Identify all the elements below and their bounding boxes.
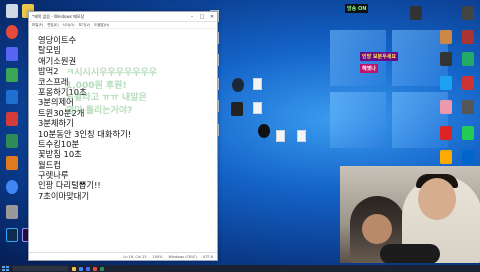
status-line-ending: Windows (CRLF) (168, 254, 197, 259)
menu-item-format[interactable]: 서식(O) (63, 23, 75, 28)
text-line: 7초이마맞대기 (38, 190, 90, 201)
desktop-icon-app[interactable] (6, 205, 18, 219)
taskbar-search[interactable] (13, 266, 68, 271)
desktop-icon-app[interactable] (6, 112, 18, 126)
taskbar-apps (72, 266, 104, 271)
desktop-icon-app[interactable] (440, 100, 452, 114)
menu-item-edit[interactable]: 편집(E) (47, 23, 58, 28)
menu-item-file[interactable]: 파일(F) (32, 23, 43, 28)
text-line: 인팡 다리털뽑기!! (38, 180, 101, 191)
desktop-icon-app[interactable] (462, 126, 474, 140)
chat-message: 렴이 틀리는거야? (66, 105, 133, 116)
desktop-icon-discord[interactable] (6, 47, 18, 61)
stream-badge: 인방 보분우세요 (360, 52, 398, 61)
stream-badge: 헤엣나 (360, 64, 378, 73)
streamer-left-face (362, 214, 392, 244)
menu-item-view[interactable]: 보기(V) (79, 23, 91, 28)
notepad-window[interactable]: *제목 없음 - Windows 메모장 – □ ✕ 파일(F) 편집(E) 서… (28, 11, 218, 261)
windows-logo-wallpaper (330, 30, 450, 150)
taskbar-app-icon[interactable] (100, 266, 104, 271)
status-bar: Ln 16, Col 13 100% Windows (CRLF) UTF-8 (29, 252, 217, 260)
text-line: 트수킹10분 (38, 138, 80, 149)
start-button[interactable] (2, 266, 10, 271)
desktop-icon-app[interactable] (6, 156, 18, 170)
desktop-icon-app[interactable] (462, 30, 474, 44)
text-line: 구렛나루 (38, 170, 69, 181)
maximize-icon[interactable]: □ (197, 14, 207, 20)
desktop-icon-app[interactable] (462, 100, 474, 114)
text-line: 월드컵 (38, 159, 61, 170)
streamer-arm (380, 244, 440, 263)
desktop-icon-photoshop[interactable] (6, 228, 18, 242)
desktop-icon-app[interactable] (258, 124, 270, 138)
window-title: *제목 없음 - Windows 메모장 (32, 13, 85, 19)
desktop-icon-app[interactable] (6, 68, 18, 82)
text-line: 10분동안 3인칭 대화하기! (38, 128, 132, 139)
desktop-icon-app[interactable] (6, 134, 18, 148)
desktop-icon-app[interactable] (410, 6, 422, 20)
chat-message: ㅌ괄라고 ㅠㅠ 내말은 (66, 93, 147, 103)
desktop-icon-app[interactable] (440, 76, 452, 90)
status-position: Ln 16, Col 13 (123, 254, 147, 259)
text-line: 영당이트수 (38, 35, 77, 45)
desktop-icon-app[interactable] (440, 30, 452, 44)
menu-item-help[interactable]: 도움말(H) (94, 23, 109, 28)
text-line: 탈모빔 (38, 45, 61, 56)
taskbar-app-icon[interactable] (72, 266, 76, 271)
desktop-icon-app[interactable] (462, 52, 474, 66)
desktop-icon-recycle[interactable] (6, 4, 18, 18)
menu-bar: 파일(F) 편집(E) 서식(O) 보기(V) 도움말(H) (29, 22, 217, 29)
status-zoom: 100% (152, 254, 163, 259)
desktop-icon-app[interactable] (462, 150, 474, 164)
text-line: 3분체하기 (38, 118, 74, 129)
text-line: 꽃받침 10초 (38, 149, 82, 160)
stream-badge: 방송 ON (345, 4, 369, 13)
taskbar-app-icon[interactable] (93, 266, 97, 271)
text-line: 애기소원권 (38, 55, 77, 66)
taskbar-app-icon[interactable] (79, 266, 83, 271)
taskbar-app-icon[interactable] (86, 266, 90, 271)
minimize-icon[interactable]: – (187, 14, 197, 20)
title-bar[interactable]: *제목 없음 - Windows 메모장 – □ ✕ (29, 12, 217, 22)
file-icon[interactable] (297, 130, 306, 142)
desktop-icon-app[interactable] (440, 126, 452, 140)
desktop-icon-app[interactable] (440, 150, 452, 164)
webcam-feed (340, 166, 480, 263)
desktop-icon-app[interactable] (6, 90, 18, 104)
streamer-right-face (418, 178, 456, 220)
desktop-icon-app[interactable] (440, 52, 452, 66)
chat-overlay: ㅋ시시시우우우우우우우 1,000원 후원! ㅌ괄라고 ㅠㅠ 내말은 렴이 틀리… (66, 68, 266, 118)
desktop-icon-app[interactable] (462, 6, 474, 20)
chat-message: 1,000원 후원! (66, 80, 127, 91)
desktop-icon-chrome[interactable] (6, 180, 18, 194)
close-icon[interactable]: ✕ (207, 14, 217, 20)
desktop-icon-chrome[interactable] (6, 25, 18, 39)
status-encoding: UTF-8 (202, 254, 213, 259)
chat-message: ㅋ시시시우우우우우우우 (66, 68, 158, 78)
desktop-icon-app[interactable] (462, 76, 474, 90)
taskbar (0, 265, 480, 272)
file-icon[interactable] (276, 130, 285, 142)
